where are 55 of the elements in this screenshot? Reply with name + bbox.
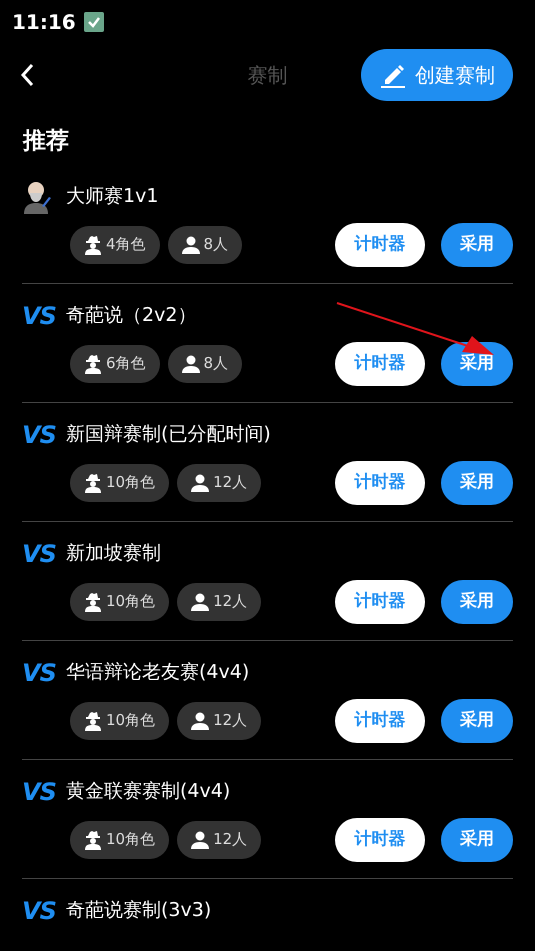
- vs-logo: VS: [22, 538, 57, 570]
- format-name: 华语辩论老友赛(4v4): [66, 660, 250, 686]
- page-title: 赛制: [248, 63, 288, 87]
- timer-button[interactable]: 计时器: [335, 818, 425, 862]
- use-button[interactable]: 采用: [441, 818, 513, 862]
- people-count: 12人: [213, 472, 248, 494]
- format-name: 奇葩说赛制(3v3): [66, 898, 212, 924]
- use-button[interactable]: 采用: [441, 580, 513, 624]
- people-count: 8人: [204, 234, 228, 256]
- roles-count: 6角色: [106, 353, 146, 374]
- roles-count: 10角色: [106, 829, 156, 850]
- spy-icon: [84, 234, 102, 254]
- spy-icon: [84, 710, 102, 730]
- timer-button[interactable]: 计时器: [335, 580, 425, 624]
- timer-button[interactable]: 计时器: [335, 460, 425, 504]
- use-button[interactable]: 采用: [441, 222, 513, 266]
- notification-check-icon: [84, 12, 104, 32]
- section-heading: 推荐: [22, 127, 70, 156]
- timer-button[interactable]: 计时器: [335, 698, 425, 742]
- spy-icon: [84, 472, 102, 492]
- back-icon[interactable]: [20, 63, 34, 87]
- person-icon: [191, 830, 210, 848]
- vs-logo: VS: [22, 896, 57, 926]
- roles-count: 10角色: [106, 591, 156, 612]
- vs-logo: VS: [22, 658, 57, 688]
- person-icon: [182, 354, 200, 372]
- spy-icon: [84, 592, 102, 612]
- vs-logo: VS: [22, 776, 57, 808]
- create-format-button[interactable]: 创建赛制: [361, 49, 513, 101]
- roles-count: 10角色: [106, 472, 156, 494]
- person-icon: [191, 712, 210, 730]
- person-icon: [191, 474, 210, 492]
- vs-logo: VS: [22, 300, 57, 332]
- person-icon: [191, 592, 210, 610]
- format-name: 黄金联赛赛制(4v4): [66, 779, 230, 804]
- format-name: 新国辩赛制(已分配时间): [66, 422, 271, 448]
- people-count: 8人: [204, 353, 228, 374]
- use-button[interactable]: 采用: [441, 698, 513, 742]
- roles-count: 10角色: [106, 710, 156, 732]
- spy-icon: [84, 354, 102, 374]
- timer-button[interactable]: 计时器: [335, 222, 425, 266]
- use-button[interactable]: 采用: [441, 342, 513, 386]
- clock: 11:16: [12, 9, 76, 36]
- format-name: 奇葩说（2v2）: [66, 303, 196, 328]
- people-count: 12人: [213, 710, 248, 732]
- people-count: 12人: [213, 829, 248, 850]
- use-button[interactable]: 采用: [441, 460, 513, 504]
- format-name: 新加坡赛制: [66, 541, 161, 566]
- format-name: 大师赛1v1: [66, 184, 158, 210]
- people-count: 12人: [213, 591, 248, 612]
- vs-logo: VS: [22, 420, 57, 450]
- spy-icon: [84, 830, 102, 850]
- timer-button[interactable]: 计时器: [335, 342, 425, 386]
- person-icon: [182, 236, 200, 254]
- roles-count: 4角色: [106, 234, 146, 256]
